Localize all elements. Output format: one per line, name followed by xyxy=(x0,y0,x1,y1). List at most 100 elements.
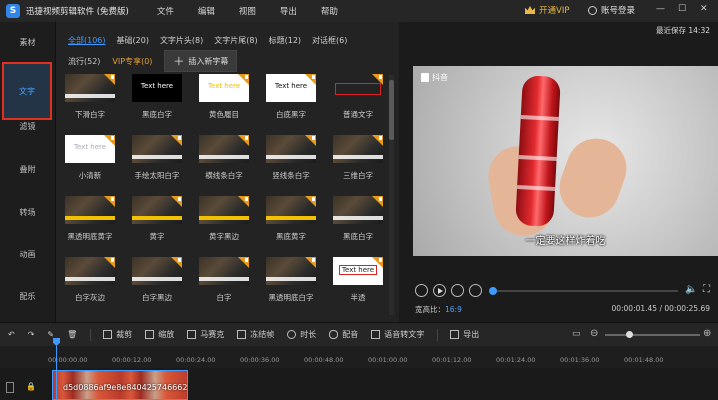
template-tile[interactable]: 黑透明底黄字 xyxy=(65,196,125,242)
template-tile[interactable]: 普通文字 xyxy=(333,74,393,120)
aspect-ratio[interactable]: 宽高比：16:9 xyxy=(415,304,462,315)
export-button[interactable]: 导出 xyxy=(450,329,479,340)
insert-subtitle-button[interactable]: ＋ 插入新字幕 xyxy=(164,50,238,72)
maximize-icon[interactable]: ☐ xyxy=(678,4,686,14)
tab-basic[interactable]: 基础(20) xyxy=(117,35,149,46)
title-bar: S 迅捷视频剪辑软件 (免费版) 文件 编辑 视图 导出 帮助 开通VIP 账号… xyxy=(0,0,718,22)
timeline-zoom-slider[interactable] xyxy=(605,334,700,336)
download-icon[interactable] xyxy=(238,196,249,207)
seek-bar[interactable] xyxy=(493,290,678,292)
download-icon[interactable] xyxy=(171,196,182,207)
template-tile[interactable]: 白字 xyxy=(199,257,259,303)
mosaic-button[interactable]: 马赛克 xyxy=(187,329,224,340)
account-login-button[interactable]: 账号登录 xyxy=(588,4,635,16)
download-icon[interactable] xyxy=(171,257,182,268)
duration-button[interactable]: 时长 xyxy=(287,329,316,340)
dubbing-button[interactable]: 配音 xyxy=(329,329,358,340)
template-tile[interactable]: 手绘太阳白字 xyxy=(132,135,192,181)
template-tile[interactable]: 三维白字 xyxy=(333,135,393,181)
template-tile[interactable]: Text here 黑底白字 xyxy=(132,74,192,120)
duration-label: 时长 xyxy=(300,330,317,339)
template-thumbnail xyxy=(132,196,182,224)
video-preview[interactable]: 抖音 一定要这样炸着吃 xyxy=(413,66,718,256)
sidebar-item-filter[interactable]: 滤镜 xyxy=(0,106,55,148)
template-tile[interactable]: Text here 黄色履目 xyxy=(199,74,259,120)
video-clip[interactable]: d5d0886af9e8e840425746662... xyxy=(52,370,188,400)
next-frame-button[interactable] xyxy=(451,284,464,297)
close-icon[interactable]: ✕ xyxy=(700,4,708,14)
play-button[interactable] xyxy=(433,284,446,297)
download-icon[interactable] xyxy=(238,135,249,146)
template-tile[interactable]: 黄字黑边 xyxy=(199,196,259,242)
template-tile[interactable]: 下滑白字 xyxy=(65,74,125,120)
menu-view[interactable]: 视图 xyxy=(239,5,256,17)
template-tile[interactable]: 黑底白字 xyxy=(333,196,393,242)
menu-file[interactable]: 文件 xyxy=(157,5,174,17)
download-icon[interactable] xyxy=(372,196,383,207)
zoom-in-icon[interactable]: ⊕ xyxy=(703,328,711,339)
template-tile[interactable]: Text here 半透 xyxy=(333,257,393,303)
edit-clip-button[interactable]: ✎ xyxy=(47,330,54,339)
aspect-ratio-value[interactable]: 16:9 xyxy=(445,305,462,314)
tab-popular[interactable]: 流行(52) xyxy=(68,56,100,67)
download-icon[interactable] xyxy=(305,135,316,146)
tab-all[interactable]: 全部(106) xyxy=(68,35,106,46)
menu-edit[interactable]: 编辑 xyxy=(198,5,215,17)
stop-button[interactable] xyxy=(469,284,482,297)
download-icon[interactable] xyxy=(104,257,115,268)
library-scroll-thumb[interactable] xyxy=(389,80,394,140)
track-lock-icon[interactable]: 🔒 xyxy=(26,382,36,391)
download-icon[interactable] xyxy=(171,135,182,146)
zoom-out-icon[interactable]: ⊖ xyxy=(590,328,598,339)
template-tile[interactable]: 黄字 xyxy=(132,196,192,242)
tab-dialog[interactable]: 对话框(6) xyxy=(312,35,347,46)
sidebar-item-transition[interactable]: 转场 xyxy=(0,192,55,234)
sidebar-item-overlay[interactable]: 叠附 xyxy=(0,149,55,191)
track-video-icon xyxy=(6,382,14,393)
crop-button[interactable]: 裁剪 xyxy=(103,329,132,340)
minimize-icon[interactable]: — xyxy=(656,4,665,14)
menu-help[interactable]: 帮助 xyxy=(321,5,338,17)
fit-timeline-icon[interactable]: ▭ xyxy=(572,329,581,339)
sidebar-item-media[interactable]: 素材 xyxy=(0,22,55,64)
template-tile[interactable]: 黑底黄字 xyxy=(266,196,326,242)
plus-icon: ＋ xyxy=(173,55,185,68)
timeline-zoom-handle[interactable] xyxy=(626,331,633,338)
tab-title[interactable]: 标题(12) xyxy=(269,35,301,46)
download-icon[interactable] xyxy=(372,135,383,146)
template-tile[interactable]: 横线条白字 xyxy=(199,135,259,181)
playback-controls: 🔈 ⛶ xyxy=(413,284,718,298)
fullscreen-icon[interactable]: ⛶ xyxy=(703,284,710,295)
seek-handle[interactable] xyxy=(489,287,497,295)
template-tile[interactable]: Text here 小清新 xyxy=(65,135,125,181)
download-icon[interactable] xyxy=(238,257,249,268)
sidebar-item-music[interactable]: 配乐 xyxy=(0,276,55,318)
sidebar-item-animation[interactable]: 动画 xyxy=(0,234,55,276)
vip-button[interactable]: 开通VIP xyxy=(525,4,569,16)
template-tile[interactable]: 白字灰边 xyxy=(65,257,125,303)
download-icon[interactable] xyxy=(104,196,115,207)
zoom-button[interactable]: 缩放 xyxy=(145,329,174,340)
menu-export[interactable]: 导出 xyxy=(280,5,297,17)
download-icon[interactable] xyxy=(305,196,316,207)
tab-vip[interactable]: VIP专享(0) xyxy=(112,56,152,67)
speech-to-text-button[interactable]: 语音转文字 xyxy=(371,329,424,340)
freeze-frame-button[interactable]: 冻结帧 xyxy=(237,329,274,340)
download-icon[interactable] xyxy=(305,257,316,268)
tab-intro[interactable]: 文字片头(8) xyxy=(160,35,203,46)
tab-outro[interactable]: 文字片尾(8) xyxy=(214,35,257,46)
delete-button[interactable]: 🗑 xyxy=(67,330,77,339)
volume-icon[interactable]: 🔈 xyxy=(685,284,697,295)
playhead[interactable] xyxy=(56,346,57,400)
template-tile[interactable]: 白字黑边 xyxy=(132,257,192,303)
download-icon[interactable] xyxy=(104,74,115,85)
redo-button[interactable]: ↷ xyxy=(28,330,35,339)
template-label: 黑底白字 xyxy=(142,110,172,119)
undo-button[interactable]: ↶ xyxy=(8,330,15,339)
prev-frame-button[interactable] xyxy=(415,284,428,297)
template-text-stripe xyxy=(333,216,383,220)
template-tile[interactable]: Text here 白底黑字 xyxy=(266,74,326,120)
timeline-ruler[interactable]: 00:00:00.00 00:00:12.00 00:00:24.00 00:0… xyxy=(0,346,718,368)
template-tile[interactable]: 黑透明底白字 xyxy=(266,257,326,303)
template-tile[interactable]: 竖线条白字 xyxy=(266,135,326,181)
